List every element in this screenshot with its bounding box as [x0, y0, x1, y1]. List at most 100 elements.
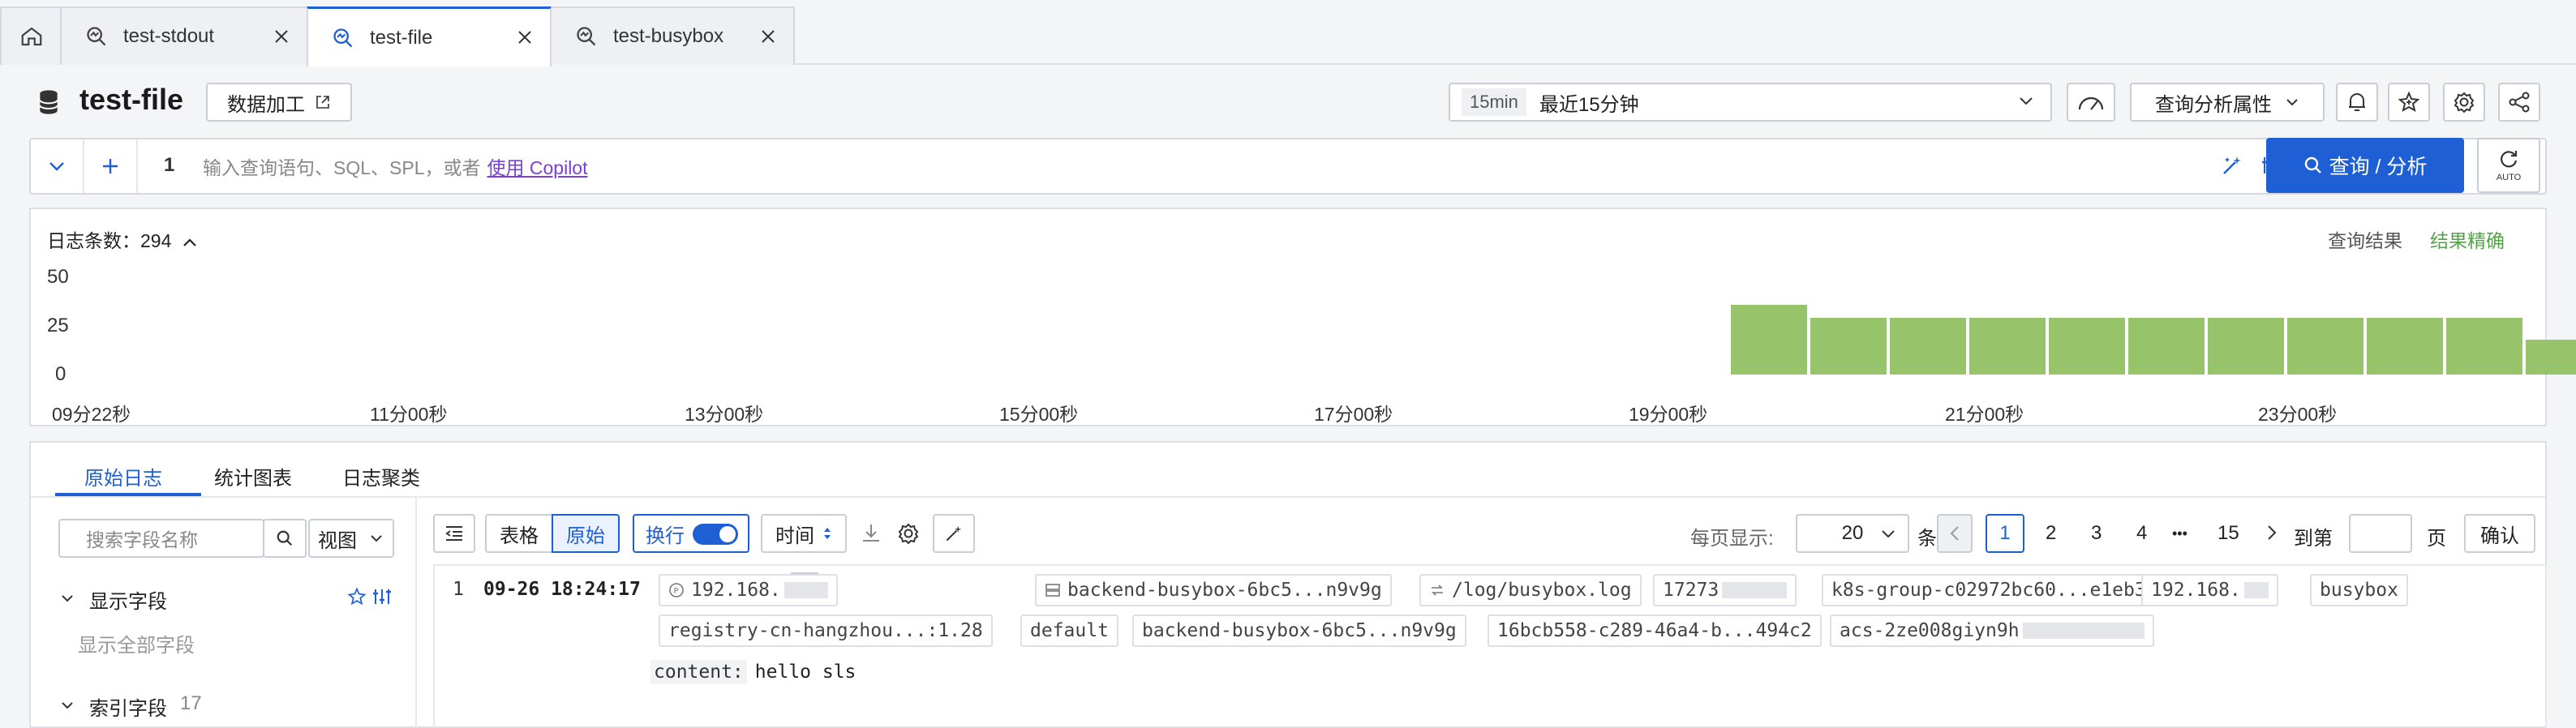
refresh-speed-button[interactable]: [2067, 83, 2115, 122]
query-bar: 1 输入查询语句、SQL、SPL，或者 使用 Copilot: [29, 138, 2547, 195]
filter-settings-icon[interactable]: [371, 587, 393, 606]
tab-raw-logs[interactable]: 原始日志: [84, 462, 162, 490]
close-icon[interactable]: [759, 28, 777, 45]
close-icon[interactable]: [273, 28, 290, 45]
page-15[interactable]: 15: [2218, 522, 2239, 545]
star-icon[interactable]: [347, 587, 367, 606]
search-icon: [276, 529, 294, 547]
page-2[interactable]: 2: [2046, 522, 2056, 545]
tools-button[interactable]: [933, 514, 975, 553]
results-panel: 原始日志 统计图表 日志聚类 搜索字段名称 视图 显示字段 显示全部字段 索引字…: [29, 441, 2547, 728]
tag-chip[interactable]: k8s-group-c02972bc60...e1eb3: [1822, 574, 2156, 606]
field-search-button[interactable]: [263, 519, 307, 558]
tab-home[interactable]: [0, 6, 62, 65]
confirm-button[interactable]: 确认: [2464, 514, 2535, 553]
view-select[interactable]: 视图: [308, 519, 394, 558]
tag-chip[interactable]: backend-busybox-6bc5...n9v9g: [1035, 574, 1392, 606]
page-1[interactable]: 1: [1986, 514, 2024, 553]
raw-view-button[interactable]: 原始: [552, 514, 620, 553]
page-header: test-file 数据加工 15min 最近15分钟 查询分析属性: [0, 65, 2576, 139]
histogram-bar[interactable]: [1969, 318, 2049, 375]
chevron-down-icon[interactable]: [60, 593, 75, 603]
tag-chip[interactable]: backend-busybox-6bc5...n9v9g: [1132, 615, 1466, 647]
log-count[interactable]: 日志条数：294: [47, 225, 198, 253]
tab-log-cluster[interactable]: 日志聚类: [342, 462, 420, 490]
tag-chip[interactable]: acs-2ze008giyn9h: [1830, 615, 2154, 647]
path-icon: [1429, 582, 1445, 598]
chevron-right-icon[interactable]: [2266, 524, 2278, 542]
alert-bell-button[interactable]: [2336, 83, 2378, 122]
x-tick: 11分00秒: [370, 404, 448, 425]
tag-chip[interactable]: default: [1020, 615, 1118, 647]
share-icon: [2508, 91, 2531, 113]
add-query-button[interactable]: [84, 139, 138, 193]
tag-chip[interactable]: 17273: [1653, 574, 1797, 606]
tag-chip[interactable]: /log/busybox.log: [1419, 574, 1642, 606]
chevron-up-icon: [182, 231, 198, 253]
per-page-label: 每页显示:: [1690, 528, 1774, 550]
close-icon[interactable]: [516, 28, 534, 46]
wrap-toggle[interactable]: 换行: [633, 514, 749, 553]
data-process-button[interactable]: 数据加工: [206, 83, 352, 122]
tab-test-busybox[interactable]: test-busybox: [550, 6, 795, 65]
histogram-bar[interactable]: [1810, 318, 1890, 375]
share-button[interactable]: [2498, 83, 2540, 122]
chevron-down-icon[interactable]: [60, 700, 75, 710]
table-view-button[interactable]: 表格: [485, 514, 553, 553]
page-ellipsis[interactable]: •••: [2172, 525, 2187, 542]
query-input[interactable]: 输入查询语句、SQL、SPL，或者 使用 Copilot: [203, 146, 2230, 186]
tab-stat-charts[interactable]: 统计图表: [214, 462, 292, 490]
content-value[interactable]: hello sls: [755, 662, 857, 683]
histogram-bar[interactable]: [2208, 318, 2287, 375]
chevron-left-icon: [1949, 525, 1960, 542]
histogram-bar[interactable]: [2526, 339, 2576, 375]
histogram-bar[interactable]: [2049, 318, 2128, 375]
show-all-fields-link[interactable]: 显示全部字段: [78, 629, 195, 657]
histogram-bar[interactable]: [1731, 304, 1810, 375]
tag-chip[interactable]: P 192.168.: [659, 574, 838, 606]
tag-chip[interactable]: 192.168.: [2141, 574, 2278, 606]
tab-test-file[interactable]: test-file: [307, 6, 552, 66]
magic-wand-icon[interactable]: [2221, 154, 2243, 177]
result-precision-label: 结果精确: [2430, 230, 2505, 251]
collapse-sidebar-button[interactable]: [433, 514, 475, 553]
auto-refresh-button[interactable]: AUTO: [2477, 138, 2540, 193]
histogram-bar[interactable]: [2446, 318, 2526, 375]
x-tick: 09分22秒: [52, 404, 131, 425]
histogram-bar[interactable]: [2367, 318, 2446, 375]
home-icon: [19, 24, 44, 49]
field-search-input[interactable]: 搜索字段名称: [58, 519, 264, 558]
log-entry: 1 09-26 18:24:17 P 192.168. backend-busyb…: [433, 564, 2547, 728]
page-3[interactable]: 3: [2091, 522, 2102, 545]
page-4[interactable]: 4: [2136, 522, 2147, 545]
analysis-props-button[interactable]: 查询分析属性: [2130, 83, 2325, 122]
settings-button[interactable]: [2443, 83, 2485, 122]
per-page-select[interactable]: 20: [1796, 514, 1909, 553]
tag-chip[interactable]: busybox: [2310, 574, 2408, 606]
time-sort-button[interactable]: 时间: [761, 514, 847, 553]
download-icon[interactable]: [860, 522, 882, 545]
tag-chip[interactable]: 16bcb558-c289-46a4-b...494c2: [1488, 615, 1822, 647]
time-range-select[interactable]: 15min 最近15分钟: [1449, 83, 2052, 122]
gauge-icon: [2076, 92, 2106, 113]
x-tick: 17分00秒: [1314, 404, 1393, 425]
external-link-icon: [315, 94, 331, 110]
copilot-link[interactable]: 使用 Copilot: [487, 152, 588, 180]
prev-page-button[interactable]: [1937, 514, 1973, 553]
collapse-button[interactable]: [31, 139, 84, 193]
x-tick: 23分00秒: [2258, 404, 2338, 425]
search-analyze-button[interactable]: 查询 / 分析: [2266, 138, 2464, 193]
tag-chip[interactable]: registry-cn-hangzhou...:1.28: [659, 615, 993, 647]
content-key[interactable]: content:: [650, 660, 747, 684]
goto-page-input[interactable]: [2349, 514, 2412, 553]
favorite-button[interactable]: [2388, 83, 2430, 122]
histogram-bar[interactable]: [2287, 318, 2367, 375]
chevron-down-icon: [2018, 96, 2034, 107]
histogram-bar[interactable]: [2128, 318, 2208, 375]
gear-icon[interactable]: [897, 522, 920, 545]
query-chart-icon: [574, 24, 599, 49]
tab-test-stdout[interactable]: test-stdout: [60, 6, 308, 65]
goto-label: 到第: [2294, 528, 2333, 550]
histogram-bar[interactable]: [1890, 318, 1969, 375]
tab-label: test-stdout: [123, 25, 215, 47]
